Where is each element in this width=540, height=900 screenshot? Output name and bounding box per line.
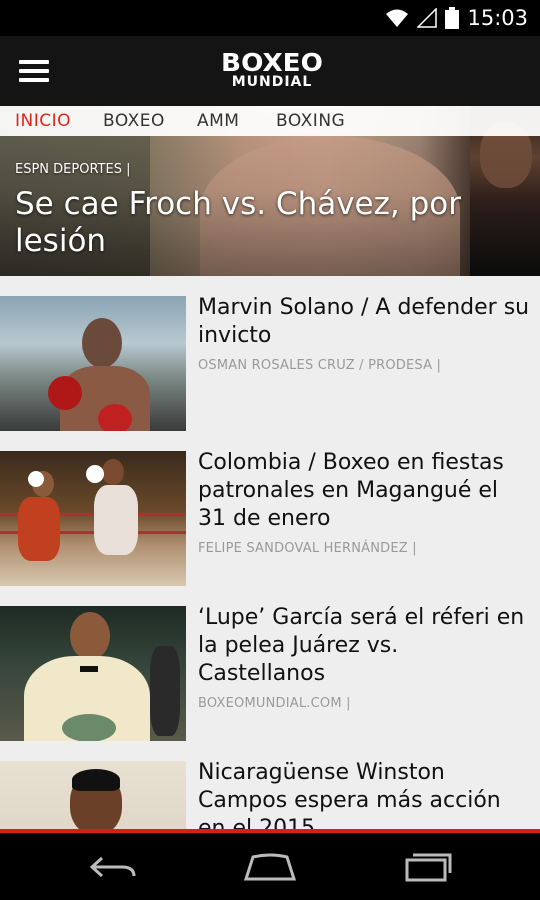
article-title: Nicaragüense Winston Campos espera más a… — [198, 760, 501, 832]
recent-apps-icon[interactable] — [393, 845, 463, 889]
article-thumbnail — [0, 451, 186, 586]
app-bar: BOXEO MUNDIAL — [0, 36, 540, 106]
logo-line2: MUNDIAL — [231, 74, 313, 90]
article-thumbnail — [0, 761, 186, 832]
featured-source: ESPN DEPORTES | — [15, 162, 131, 177]
tab-boxeo[interactable]: BOXEO — [103, 111, 165, 131]
home-icon[interactable] — [235, 845, 305, 889]
app-logo[interactable]: BOXEO MUNDIAL — [212, 50, 332, 89]
featured-title[interactable]: Se cae Froch vs. Chávez, por lesión — [15, 186, 515, 260]
tab-amm[interactable]: AMM — [197, 111, 239, 131]
article-list: Marvin Solano / A defender su invicto OS… — [0, 276, 540, 832]
category-tabs: INICIO BOXEO AMM BOXING — [0, 106, 540, 136]
article-title: Colombia / Boxeo en fiestas patronales e… — [198, 450, 504, 531]
signal-icon — [417, 8, 438, 28]
logo-line1: BOXEO — [221, 48, 323, 77]
list-item[interactable]: Nicaragüense Winston Campos espera más a… — [0, 741, 540, 832]
article-thumbnail — [0, 296, 186, 431]
status-bar: 15:03 — [0, 0, 540, 36]
list-item[interactable]: ‘Lupe’ García será el réferi en la pelea… — [0, 586, 540, 741]
tab-inicio[interactable]: INICIO — [15, 111, 71, 131]
article-title: Marvin Solano / A defender su invicto — [198, 295, 530, 348]
back-icon[interactable] — [78, 845, 148, 889]
article-meta: BOXEOMUNDIAL.COM | — [198, 696, 351, 711]
article-title: ‘Lupe’ García será el réferi en la pelea… — [198, 605, 525, 686]
article-thumbnail — [0, 606, 186, 741]
status-time: 15:03 — [467, 6, 528, 30]
tab-boxing[interactable]: BOXING — [276, 111, 345, 131]
system-nav-bar — [0, 833, 540, 900]
hamburger-menu-icon[interactable] — [16, 56, 52, 86]
article-meta: FELIPE SANDOVAL HERNÁNDEZ | — [198, 541, 417, 556]
battery-icon — [445, 7, 460, 29]
list-item[interactable]: Colombia / Boxeo en fiestas patronales e… — [0, 431, 540, 586]
status-icons: 15:03 — [385, 0, 528, 36]
list-item[interactable]: Marvin Solano / A defender su invicto OS… — [0, 276, 540, 431]
article-meta: OSMAN ROSALES CRUZ / PRODESA | — [198, 358, 442, 373]
wifi-icon — [386, 9, 409, 27]
